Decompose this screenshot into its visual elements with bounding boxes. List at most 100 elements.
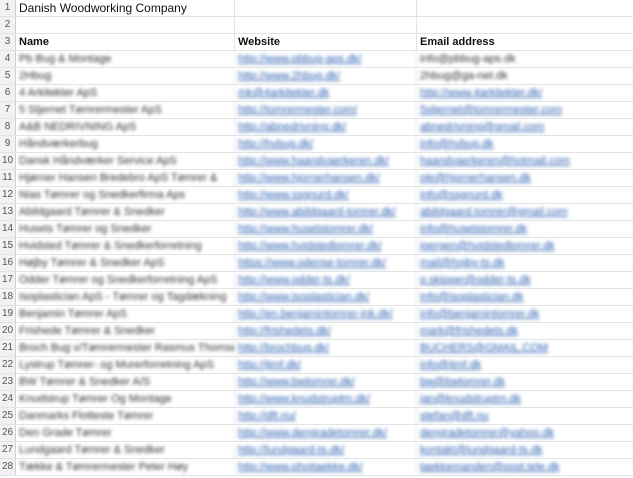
- cell[interactable]: info@husetstomrer.dk: [417, 221, 633, 237]
- cell[interactable]: https://www.odense-tomrer.dk/: [235, 255, 417, 271]
- cell[interactable]: http://www.hvidstedtomrer.dk/: [235, 238, 417, 254]
- row-number[interactable]: 24: [0, 391, 16, 407]
- cell[interactable]: info@benjamintomrer.dk: [417, 306, 633, 322]
- row-number[interactable]: 26: [0, 425, 16, 441]
- cell[interactable]: [417, 17, 633, 33]
- cell[interactable]: Broch Bug v/Tømrermester Rasmus Thomsen: [16, 340, 235, 356]
- row-number[interactable]: 11: [0, 170, 16, 186]
- cell[interactable]: BUCHERS@GMAIL.COM: [417, 340, 633, 356]
- cell[interactable]: http://www.4arkitekter.dk/: [417, 85, 633, 101]
- cell[interactable]: joergen@hvidstedtomrer.dk: [417, 238, 633, 254]
- cell[interactable]: Pb Bug & Montage: [16, 51, 235, 67]
- row-number[interactable]: 20: [0, 323, 16, 339]
- row-number[interactable]: 9: [0, 136, 16, 152]
- row-number[interactable]: 19: [0, 306, 16, 322]
- cell[interactable]: http://www.dengradetomrer.dk/: [235, 425, 417, 441]
- cell[interactable]: mail@hojby-ts.dk: [417, 255, 633, 271]
- cell[interactable]: dengradetomrer@yahoo.dk: [417, 425, 633, 441]
- cell[interactable]: Nias Tømrer og Snedkerfirma Aps: [16, 187, 235, 203]
- cell[interactable]: A&B NEDRIVNING ApS: [16, 119, 235, 135]
- cell[interactable]: Knudstrup Tømrer Og Montage: [16, 391, 235, 407]
- row-number[interactable]: 8: [0, 119, 16, 135]
- cell[interactable]: Lundgaard Tømrer & Snedker: [16, 442, 235, 458]
- row-number[interactable]: 17: [0, 272, 16, 288]
- cell[interactable]: http://en.benjamintomrer-jnk.dk/: [235, 306, 417, 322]
- row-number[interactable]: 22: [0, 357, 16, 373]
- cell[interactable]: Website: [235, 34, 417, 50]
- cell[interactable]: Name: [16, 34, 235, 50]
- row-number[interactable]: 10: [0, 153, 16, 169]
- cell[interactable]: http://www.phoitaekke.dk/: [235, 459, 417, 475]
- cell[interactable]: http://abnedrivning.dk/: [235, 119, 417, 135]
- cell[interactable]: http://www.pbbug-aps.dk/: [235, 51, 417, 67]
- cell[interactable]: Email address: [417, 34, 633, 50]
- row-number[interactable]: 28: [0, 459, 16, 475]
- row-number[interactable]: 6: [0, 85, 16, 101]
- cell[interactable]: http://www.husetstomrer.dk/: [235, 221, 417, 237]
- cell[interactable]: http://hvbug.dk/: [235, 136, 417, 152]
- cell[interactable]: info@hvbug.dk: [417, 136, 633, 152]
- cell[interactable]: 2hbug@ga-net.dk: [417, 68, 633, 84]
- cell[interactable]: http://jtmf.dk/: [235, 357, 417, 373]
- cell[interactable]: ole@hjornerhansen.dk: [417, 170, 633, 186]
- row-number[interactable]: 16: [0, 255, 16, 271]
- cell[interactable]: http://dft.nu/: [235, 408, 417, 424]
- cell[interactable]: http://www.ssgnurd.dk/: [235, 187, 417, 203]
- cell[interactable]: info@isoplastician.dk: [417, 289, 633, 305]
- cell[interactable]: [16, 17, 235, 33]
- cell[interactable]: [417, 0, 633, 16]
- cell[interactable]: Håndværkerbug: [16, 136, 235, 152]
- cell[interactable]: Odder Tømrer og Snedkerforretning ApS: [16, 272, 235, 288]
- cell[interactable]: 2Hbug: [16, 68, 235, 84]
- cell[interactable]: 5 Stjernet Tømrermester ApS: [16, 102, 235, 118]
- cell[interactable]: http://brochbug.dk/: [235, 340, 417, 356]
- cell[interactable]: info@pbbug-aps.dk: [417, 51, 633, 67]
- cell[interactable]: Lystrup Tømrer- og Murerforretning ApS: [16, 357, 235, 373]
- cell[interactable]: http://www.odder-ts.dk/: [235, 272, 417, 288]
- cell[interactable]: Tække & Tømrermester Peter Høy: [16, 459, 235, 475]
- cell[interactable]: http://www.bwtomrer.dk/: [235, 374, 417, 390]
- cell[interactable]: Hjørner Hansen Bredebro ApS Tømrer &: [16, 170, 235, 186]
- row-number[interactable]: 15: [0, 238, 16, 254]
- cell[interactable]: p.skipper@odder-ts.dk: [417, 272, 633, 288]
- row-number[interactable]: 18: [0, 289, 16, 305]
- cell[interactable]: Isoplastician ApS - Tømrer og Tagdækning: [16, 289, 235, 305]
- cell[interactable]: BW Tømrer & Snedker A/S: [16, 374, 235, 390]
- cell[interactable]: http://www.abildgaard-tomrer.dk/: [235, 204, 417, 220]
- row-number[interactable]: 3: [0, 34, 16, 50]
- cell[interactable]: Dansk Håndværker Service ApS: [16, 153, 235, 169]
- cell[interactable]: stefan@dft.nu: [417, 408, 633, 424]
- cell[interactable]: 5stjernet@tomrermester.com: [417, 102, 633, 118]
- cell[interactable]: info@jtmf.dk: [417, 357, 633, 373]
- cell[interactable]: http://www.haandvaerkeren.dk/: [235, 153, 417, 169]
- row-number[interactable]: 14: [0, 221, 16, 237]
- cell[interactable]: http://www.2hbug.dk/: [235, 68, 417, 84]
- row-number[interactable]: 27: [0, 442, 16, 458]
- cell[interactable]: mark@frishedets.dk: [417, 323, 633, 339]
- cell[interactable]: abildgaard.tomrer@gmail.com: [417, 204, 633, 220]
- row-number[interactable]: 13: [0, 204, 16, 220]
- cell[interactable]: 4 Arkitekter ApS: [16, 85, 235, 101]
- row-number[interactable]: 5: [0, 68, 16, 84]
- row-number[interactable]: 21: [0, 340, 16, 356]
- cell[interactable]: info@ssgnurd.dk: [417, 187, 633, 203]
- row-number[interactable]: 4: [0, 51, 16, 67]
- cell[interactable]: http://frishedets.dk/: [235, 323, 417, 339]
- cell[interactable]: http://tomrermester.com/: [235, 102, 417, 118]
- cell[interactable]: http://www.knudstruptm.dk/: [235, 391, 417, 407]
- row-number[interactable]: 23: [0, 374, 16, 390]
- row-number[interactable]: 1: [0, 0, 16, 16]
- cell[interactable]: haandvaerkeren@hotmail.com: [417, 153, 633, 169]
- cell[interactable]: Hvidsted Tømrer & Snedkerforretning: [16, 238, 235, 254]
- cell[interactable]: jan@knudstruptm.dk: [417, 391, 633, 407]
- cell[interactable]: Husets Tømrer og Snedker: [16, 221, 235, 237]
- cell[interactable]: http://lundgaard-ts.dk/: [235, 442, 417, 458]
- row-number[interactable]: 12: [0, 187, 16, 203]
- cell[interactable]: kontakt@lundgaard-ts.dk: [417, 442, 633, 458]
- cell[interactable]: abnedrivning@gmail.com: [417, 119, 633, 135]
- cell[interactable]: Højby Tømrer & Snedker ApS: [16, 255, 235, 271]
- cell[interactable]: Abildgaard Tømrer & Snedker: [16, 204, 235, 220]
- cell[interactable]: http://www.isoplastician.dk/: [235, 289, 417, 305]
- row-number[interactable]: 25: [0, 408, 16, 424]
- cell[interactable]: taekkemanden@post.tele.dk: [417, 459, 633, 475]
